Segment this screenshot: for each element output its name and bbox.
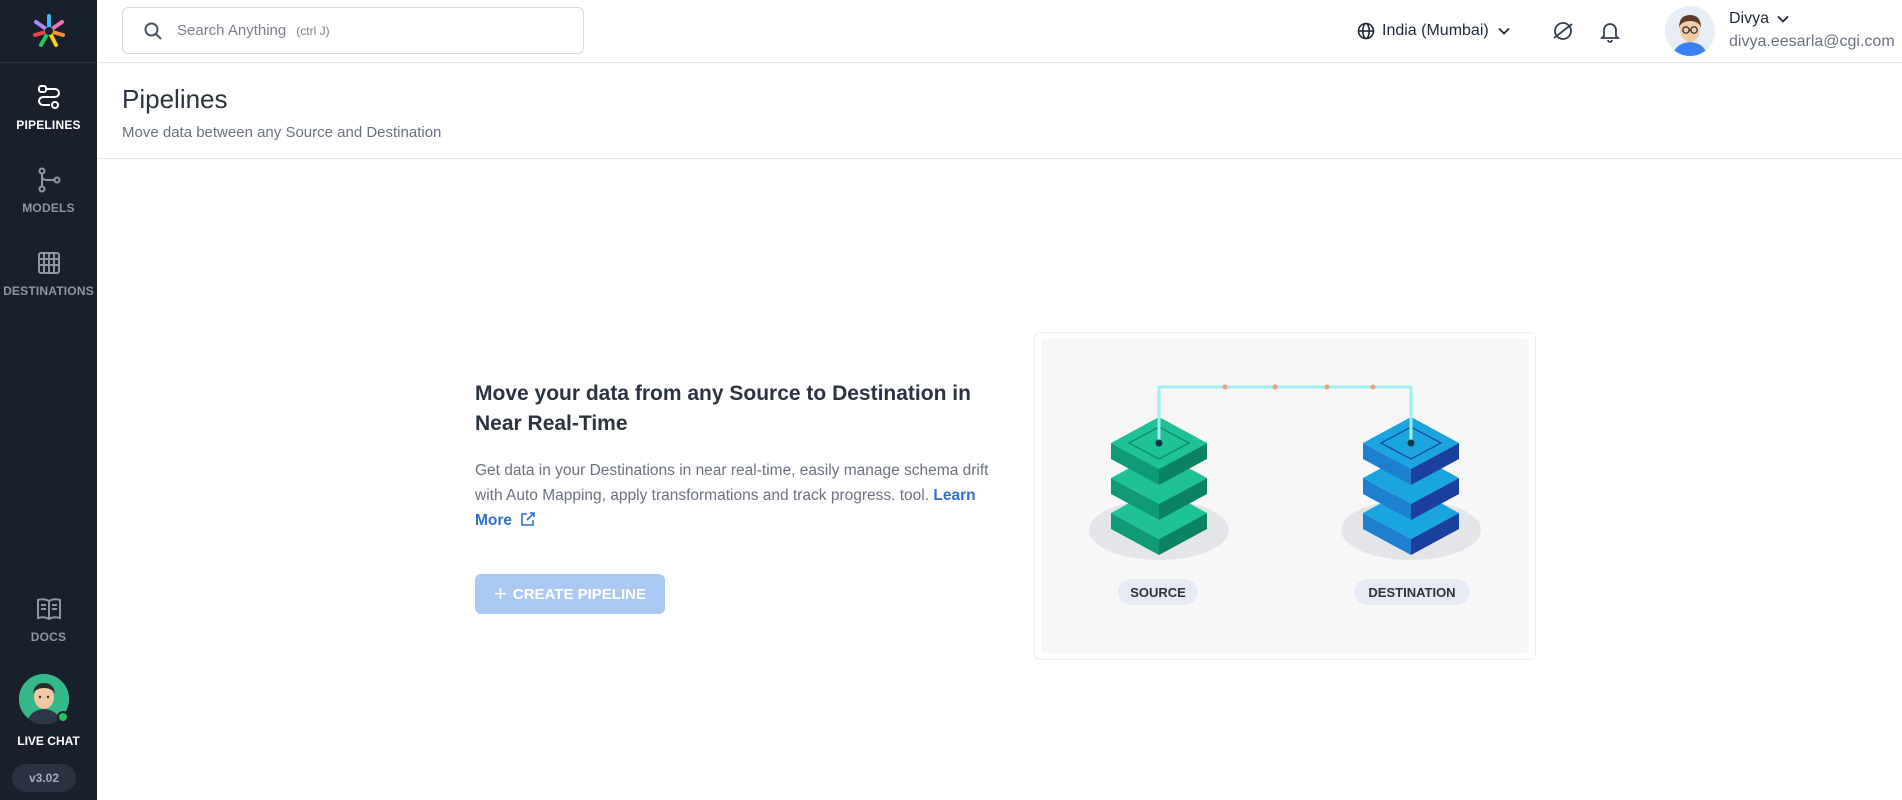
external-link-icon [521,512,536,526]
top-bar: Search Anything (ctrl J) India (Mumbai) [97,0,1902,63]
search-shortcut-hint: (ctrl J) [296,23,330,38]
chevron-down-icon [1777,15,1789,23]
sidebar-item-label: DESTINATIONS [3,284,94,298]
pipelines-icon [34,82,64,112]
announcements-button[interactable] [1549,17,1577,45]
destinations-icon [34,248,64,278]
search-placeholder: Search Anything [177,22,287,39]
search-icon [144,22,162,40]
search-input[interactable]: Search Anything (ctrl J) [122,7,584,54]
sidebar: PIPELINES MODELS DESTINATIONS DOCS LIVE … [0,0,97,800]
sidebar-item-label: MODELS [22,201,75,215]
empty-state-title: Move your data from any Source to Destin… [475,382,971,435]
region-selector[interactable]: India (Mumbai) [1357,18,1511,44]
page-header: Pipelines Move data between any Source a… [97,63,1902,159]
models-icon [34,165,64,195]
hevo-logo[interactable] [0,0,97,63]
pipeline-illustration: SOURCE DESTINATION [1034,332,1536,660]
sidebar-item-pipelines[interactable]: PIPELINES [0,82,97,132]
destination-label: DESTINATION [1354,579,1470,605]
sidebar-item-label: PIPELINES [16,118,81,132]
user-email: divya.eesarla@cgi.com [1729,33,1895,50]
book-icon [34,594,64,624]
plus-icon: + [494,581,507,606]
globe-icon [1357,22,1375,40]
sidebar-item-docs[interactable]: DOCS [0,594,97,644]
sidebar-item-models[interactable]: MODELS [0,165,97,215]
empty-state-body-text: Get data in your Destinations in near re… [475,462,989,504]
create-pipeline-button[interactable]: + CREATE PIPELINE [475,574,665,614]
sidebar-item-label: DOCS [30,630,67,644]
user-menu[interactable]: Divya [1729,10,1790,28]
planet-icon [1553,22,1573,40]
user-avatar[interactable] [1665,6,1715,56]
sidebar-item-destinations[interactable]: DESTINATIONS [0,248,97,298]
chevron-down-icon [1498,27,1510,35]
source-label: SOURCE [1118,579,1198,605]
notifications-button[interactable] [1596,17,1624,45]
source-destination-graphic [1089,384,1481,560]
illustration-canvas: SOURCE DESTINATION [1041,339,1529,653]
app-root: PIPELINES MODELS DESTINATIONS DOCS LIVE … [0,0,1902,800]
user-name: Divya [1729,10,1770,27]
live-chat-label[interactable]: LIVE CHAT [0,734,97,748]
create-pipeline-label: CREATE PIPELINE [512,585,646,603]
empty-state-description: Get data in your Destinations in near re… [475,458,995,533]
online-status-dot [57,711,69,723]
page-title: Pipelines [122,84,228,114]
version-badge: v3.02 [12,764,76,792]
page-subtitle: Move data between any Source and Destina… [122,124,442,141]
region-label: India (Mumbai) [1382,22,1489,39]
bell-icon [1599,23,1621,43]
